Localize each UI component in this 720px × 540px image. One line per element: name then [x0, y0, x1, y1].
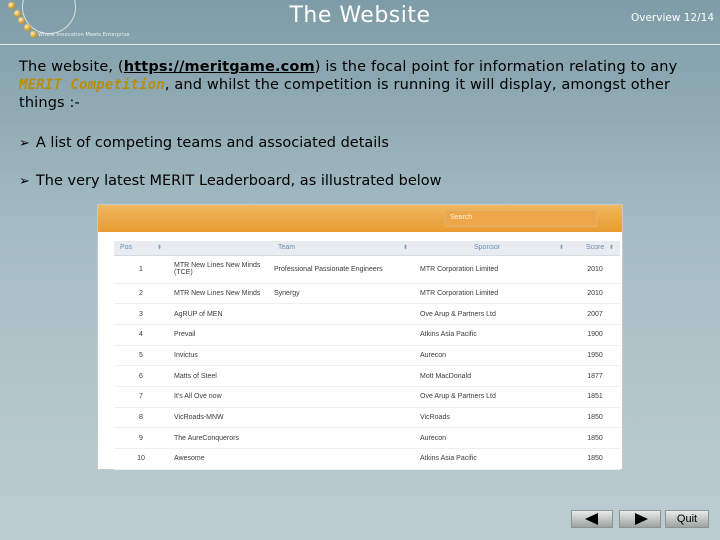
arrow-bullet-icon: ➢ — [19, 136, 30, 151]
sponsor-cell: MTR Corporation Limited — [414, 283, 570, 305]
pos-cell: 6 — [114, 365, 168, 387]
table-row[interactable]: 4 Prevail Atkins Asia Pacific 1900 — [114, 324, 620, 346]
score-cell: 2010 — [570, 255, 620, 284]
team-cell: MTR New Lines New Minds Synergy — [168, 283, 414, 305]
column-header-score[interactable]: Score ⬍ — [570, 241, 620, 256]
column-header-sponsor[interactable]: Sponsor ⬍ — [414, 241, 570, 256]
table-row[interactable]: 8 VicRoads-MNW VicRoads 1850 — [114, 407, 620, 429]
bullet-item: ➢ The very latest MERIT Leaderboard, as i… — [19, 173, 442, 189]
sponsor-cell: Aurecon — [414, 345, 570, 367]
score-cell: 1850 — [570, 427, 620, 449]
table-row[interactable]: 9 The AureConquerors Aurecon 1850 — [114, 427, 620, 449]
team-cell: Invictus — [168, 345, 414, 367]
next-slide-button[interactable] — [619, 510, 661, 528]
column-header-team[interactable]: Team ⬍ — [168, 241, 414, 256]
table-row[interactable]: 3 AgRUP of MEN Ove Arup & Partners Ltd 2… — [114, 303, 620, 325]
slide-counter: Overview 12/14 — [630, 12, 714, 24]
website-link[interactable]: https://meritgame.com — [124, 59, 315, 75]
score-cell: 1900 — [570, 324, 620, 346]
header-divider — [0, 44, 720, 45]
team-cell: VicRoads-MNW — [168, 407, 414, 429]
sort-icon[interactable]: ⬍ — [609, 244, 614, 251]
column-header-pos[interactable]: Pos ⬍ — [114, 241, 168, 256]
score-cell: 1850 — [570, 407, 620, 429]
sponsor-cell: Ove Arup & Partners Ltd — [414, 303, 570, 325]
intro-paragraph: The website, (https://meritgame.com) is … — [19, 58, 709, 112]
team-cell: The AureConquerors — [168, 427, 414, 449]
pos-cell: 3 — [114, 303, 168, 325]
sponsor-cell: VicRoads — [414, 407, 570, 429]
search-input[interactable]: Search — [445, 210, 597, 227]
table-row[interactable]: 1 MTR New Lines New Minds (TCE) Professio… — [114, 255, 620, 284]
intro-text-mid: ) is the focal point for information rel… — [314, 59, 678, 75]
sponsor-cell: MTR Corporation Limited — [414, 255, 570, 284]
arrow-bullet-icon: ➢ — [19, 174, 30, 189]
bullet-item: ➢ A list of competing teams and associate… — [19, 135, 389, 151]
pos-cell: 8 — [114, 407, 168, 429]
intro-text-pre: The website, ( — [19, 59, 124, 75]
sponsor-cell: Mott MacDonald — [414, 365, 570, 387]
bullet-text: The very latest MERIT Leaderboard, as il… — [35, 173, 442, 189]
table-header-row: Pos ⬍ Team ⬍ Sponsor ⬍ Score ⬍ — [114, 241, 620, 256]
sponsor-cell: Aurecon — [414, 427, 570, 449]
score-cell: 1950 — [570, 345, 620, 367]
table-row[interactable]: 5 Invictus Aurecon 1950 — [114, 345, 620, 367]
team-cell: Prevail — [168, 324, 414, 346]
sponsor-cell: Atkins Asia Pacific — [414, 324, 570, 346]
right-triangle-icon — [635, 513, 648, 525]
sort-icon[interactable]: ⬍ — [559, 244, 564, 251]
sort-icon[interactable]: ⬍ — [157, 244, 162, 251]
pos-cell: 10 — [114, 448, 168, 470]
bullet-text: A list of competing teams and associated… — [35, 135, 389, 151]
page-title: The Website — [289, 3, 431, 28]
team-cell: Matts of Steel — [168, 365, 414, 387]
logo-dot — [30, 31, 37, 38]
sort-icon[interactable]: ⬍ — [403, 244, 408, 251]
left-triangle-icon — [585, 513, 598, 525]
previous-slide-button[interactable] — [571, 510, 613, 528]
team-cell: AgRUP of MEN — [168, 303, 414, 325]
score-cell: 1851 — [570, 386, 620, 408]
pos-cell: 1 — [114, 255, 168, 284]
team-cell: MTR New Lines New Minds (TCE) Professiona… — [168, 255, 414, 284]
leaderboard-table: Pos ⬍ Team ⬍ Sponsor ⬍ Score ⬍ 1 MTR New Lin… — [114, 241, 620, 470]
team-cell: It's All Ove now — [168, 386, 414, 408]
pos-cell: 4 — [114, 324, 168, 346]
competition-name: MERIT Competition — [19, 77, 165, 93]
score-cell: 2010 — [570, 283, 620, 305]
quit-button[interactable]: Quit — [665, 510, 709, 528]
score-cell: 2007 — [570, 303, 620, 325]
pos-cell: 7 — [114, 386, 168, 408]
leaderboard-banner: Search — [98, 205, 622, 232]
sponsor-cell: Atkins Asia Pacific — [414, 448, 570, 470]
score-cell: 1850 — [570, 448, 620, 470]
logo-tagline: Where Innovation Meets Enterprise — [38, 32, 130, 38]
table-row[interactable]: 2 MTR New Lines New Minds Synergy MTR Cor… — [114, 283, 620, 305]
pos-cell: 9 — [114, 427, 168, 449]
table-row[interactable]: 6 Matts of Steel Mott MacDonald 1877 — [114, 365, 620, 387]
pos-cell: 5 — [114, 345, 168, 367]
sponsor-cell: Ove Arup & Partners Ltd — [414, 386, 570, 408]
leaderboard-screenshot: Search Pos ⬍ Team ⬍ Sponsor ⬍ Score ⬍ 1 MTR … — [97, 204, 623, 470]
table-row[interactable]: 10 Awesome Atkins Asia Pacific 1850 — [114, 448, 620, 470]
score-cell: 1877 — [570, 365, 620, 387]
team-cell: Awesome — [168, 448, 414, 470]
table-row[interactable]: 7 It's All Ove now Ove Arup & Partners L… — [114, 386, 620, 408]
pos-cell: 2 — [114, 283, 168, 305]
